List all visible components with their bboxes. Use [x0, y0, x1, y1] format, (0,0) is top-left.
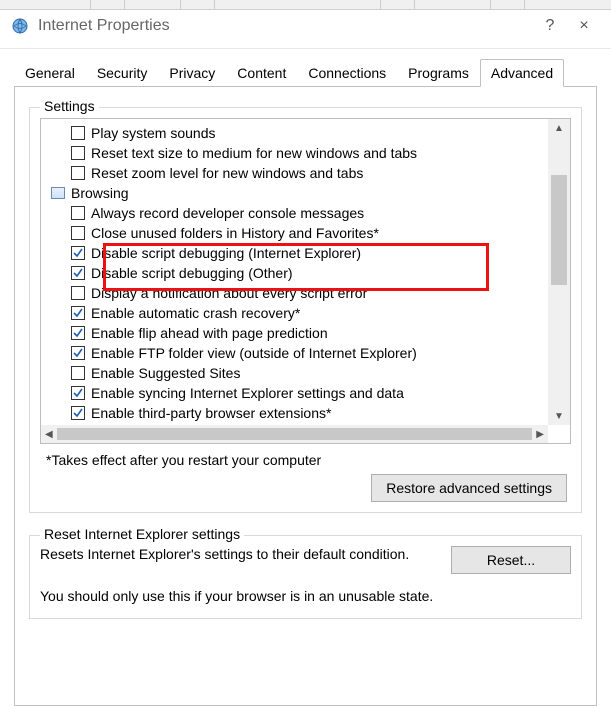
- tab-security[interactable]: Security: [86, 59, 159, 87]
- checkbox[interactable]: [71, 306, 85, 320]
- window-title: Internet Properties: [38, 17, 533, 35]
- tree-item-label: Enable third-party browser extensions*: [91, 403, 331, 423]
- folder-icon: [51, 187, 65, 199]
- reset-warning: You should only use this if your browser…: [40, 588, 571, 604]
- checkbox[interactable]: [71, 146, 85, 160]
- tree-group-label: Browsing: [71, 183, 129, 203]
- tree-item[interactable]: Reset text size to medium for new window…: [45, 143, 548, 163]
- reset-group-label: Reset Internet Explorer settings: [40, 526, 244, 542]
- tree-group[interactable]: Browsing: [45, 183, 548, 203]
- titlebar: Internet Properties ? ×: [0, 10, 611, 49]
- checkbox[interactable]: [71, 206, 85, 220]
- tree-item-label: Disable script debugging (Other): [91, 263, 293, 283]
- tree-item-label: Disable script debugging (Internet Explo…: [91, 243, 361, 263]
- scroll-down-icon[interactable]: ▼: [548, 407, 570, 425]
- hscroll-thumb[interactable]: [57, 428, 533, 440]
- tree-item[interactable]: Display a notification about every scrip…: [45, 283, 548, 303]
- checkbox[interactable]: [71, 246, 85, 260]
- settings-group: Settings Play system soundsReset text si…: [29, 107, 582, 513]
- checkbox[interactable]: [71, 226, 85, 240]
- tree-item[interactable]: Enable syncing Internet Explorer setting…: [45, 383, 548, 403]
- reset-button[interactable]: Reset...: [451, 546, 571, 574]
- checkbox[interactable]: [71, 166, 85, 180]
- tree-item[interactable]: Disable script debugging (Internet Explo…: [45, 243, 548, 263]
- horizontal-scrollbar[interactable]: ◀ ▶: [41, 425, 548, 443]
- tree-item-label: Display a notification about every scrip…: [91, 283, 367, 303]
- tree-item-label: Always record developer console messages: [91, 203, 364, 223]
- tree-item[interactable]: Reset zoom level for new windows and tab…: [45, 163, 548, 183]
- tree-item-label: Enable syncing Internet Explorer setting…: [91, 383, 404, 403]
- tab-content[interactable]: Content: [226, 59, 297, 87]
- tab-privacy[interactable]: Privacy: [158, 59, 226, 87]
- reset-description: Resets Internet Explorer's settings to t…: [40, 546, 431, 562]
- checkbox[interactable]: [71, 386, 85, 400]
- checkbox[interactable]: [71, 266, 85, 280]
- tab-programs[interactable]: Programs: [397, 59, 480, 87]
- tree-item-label: Enable automatic crash recovery*: [91, 303, 300, 323]
- tree-item-label: Reset zoom level for new windows and tab…: [91, 163, 363, 183]
- tree-item[interactable]: Enable automatic crash recovery*: [45, 303, 548, 323]
- advanced-tab-panel: Settings Play system soundsReset text si…: [14, 86, 597, 706]
- scroll-thumb[interactable]: [551, 175, 567, 285]
- checkbox[interactable]: [71, 406, 85, 420]
- tree-item-label: Reset text size to medium for new window…: [91, 143, 417, 163]
- tree-item-label: Play system sounds: [91, 123, 216, 143]
- tree-item[interactable]: Enable Suggested Sites: [45, 363, 548, 383]
- tab-general[interactable]: General: [14, 59, 86, 87]
- tree-item[interactable]: Enable third-party browser extensions*: [45, 403, 548, 423]
- tree-item-label: Enable FTP folder view (outside of Inter…: [91, 343, 417, 363]
- checkbox[interactable]: [71, 126, 85, 140]
- tree-item[interactable]: Disable script debugging (Other): [45, 263, 548, 283]
- checkbox[interactable]: [71, 326, 85, 340]
- vertical-scrollbar[interactable]: ▲ ▼: [548, 119, 570, 425]
- tree-item-label: Enable flip ahead with page prediction: [91, 323, 328, 343]
- tab-advanced[interactable]: Advanced: [480, 59, 564, 87]
- restore-advanced-settings-button[interactable]: Restore advanced settings: [371, 474, 567, 502]
- tree-item[interactable]: Play system sounds: [45, 123, 548, 143]
- reset-group: Reset Internet Explorer settings Resets …: [29, 535, 582, 619]
- tree-item[interactable]: Always record developer console messages: [45, 203, 548, 223]
- scroll-right-icon[interactable]: ▶: [536, 429, 544, 440]
- checkbox[interactable]: [71, 366, 85, 380]
- checkbox[interactable]: [71, 346, 85, 360]
- tree-item[interactable]: Close unused folders in History and Favo…: [45, 223, 548, 243]
- checkbox[interactable]: [71, 286, 85, 300]
- internet-properties-dialog: Internet Properties ? × GeneralSecurityP…: [0, 10, 611, 706]
- tree-item[interactable]: Enable flip ahead with page prediction: [45, 323, 548, 343]
- tree-item-label: Enable Suggested Sites: [91, 363, 240, 383]
- help-button[interactable]: ?: [533, 14, 567, 38]
- tab-connections[interactable]: Connections: [297, 59, 397, 87]
- window-strip: [0, 0, 611, 10]
- internet-options-icon: [10, 16, 30, 36]
- settings-group-label: Settings: [40, 98, 99, 114]
- settings-tree[interactable]: Play system soundsReset text size to med…: [40, 118, 571, 444]
- scroll-up-icon[interactable]: ▲: [548, 119, 570, 137]
- restart-note: *Takes effect after you restart your com…: [46, 452, 571, 468]
- tree-item[interactable]: Enable FTP folder view (outside of Inter…: [45, 343, 548, 363]
- tab-strip: GeneralSecurityPrivacyContentConnections…: [14, 59, 597, 87]
- close-button[interactable]: ×: [567, 14, 601, 38]
- scroll-left-icon[interactable]: ◀: [45, 429, 53, 440]
- tree-item-label: Close unused folders in History and Favo…: [91, 223, 379, 243]
